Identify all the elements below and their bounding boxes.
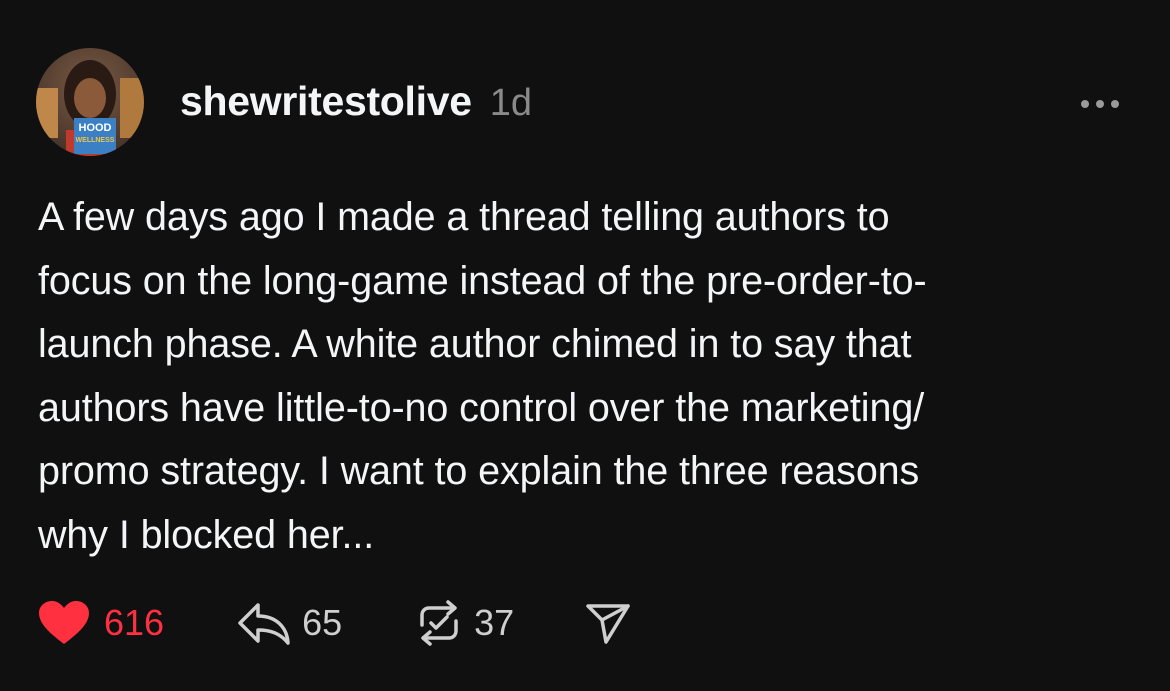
avatar-book-title: HOOD bbox=[79, 122, 112, 134]
avatar-book-subtitle: WELLNESS bbox=[76, 137, 115, 144]
post-header: shewritestolive 1d bbox=[180, 78, 532, 128]
like-count: 616 bbox=[104, 602, 165, 643]
more-horizontal-icon bbox=[1081, 100, 1119, 108]
like-button[interactable]: 616 bbox=[38, 600, 164, 646]
timestamp[interactable]: 1d bbox=[490, 82, 532, 125]
heart-filled-icon bbox=[39, 601, 89, 644]
repost-count: 37 bbox=[474, 602, 515, 643]
action-bar: 616 65 37 bbox=[38, 596, 632, 650]
reply-count: 65 bbox=[302, 602, 343, 643]
reply-arrow-icon bbox=[238, 603, 290, 645]
avatar[interactable]: HOOD WELLNESS bbox=[36, 48, 144, 156]
post-text: A few days ago I made a thread telling a… bbox=[38, 195, 927, 557]
share-button[interactable] bbox=[584, 600, 632, 646]
username[interactable]: shewritestolive bbox=[180, 78, 472, 125]
repost-icon bbox=[420, 600, 458, 646]
reply-button[interactable]: 65 bbox=[236, 599, 342, 647]
send-icon bbox=[586, 604, 630, 644]
repost-button[interactable]: 37 bbox=[414, 599, 514, 647]
more-options-button[interactable] bbox=[1076, 92, 1124, 116]
